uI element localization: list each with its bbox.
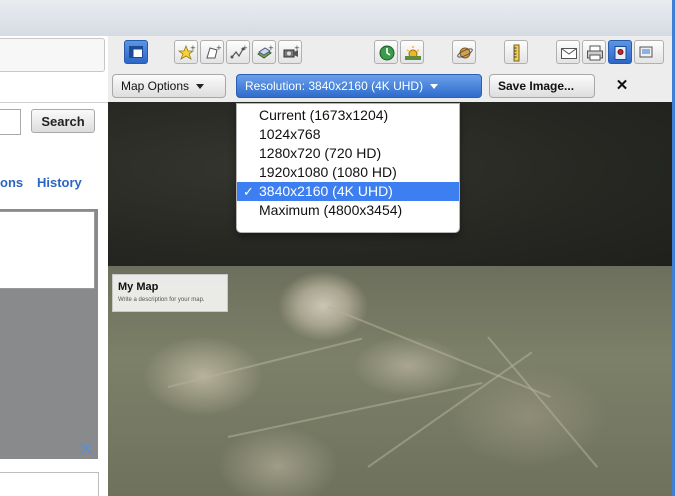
toolbar-icon-row: + + + + + [108, 36, 672, 70]
sidebar-top-panel [0, 38, 105, 72]
map-legend: My Map Write a description for your map. [112, 274, 228, 312]
resolution-option-1024x768[interactable]: 1024x768 [237, 125, 459, 144]
svg-text:+: + [268, 44, 274, 52]
print-icon[interactable] [582, 40, 606, 64]
checkmark-icon: ✓ [243, 184, 254, 199]
tab-places[interactable]: ons [0, 175, 23, 190]
close-icon[interactable]: ✕ [78, 440, 94, 458]
resolution-option-maximum[interactable]: Maximum (4800x3454) [237, 201, 459, 220]
map-options-row: Map Options Resolution: 3840x2160 (4K UH… [108, 72, 672, 102]
sidebar-list-area[interactable] [0, 211, 95, 289]
layout-panel-icon[interactable] [124, 40, 148, 64]
sidebar-bottom-field[interactable] [0, 472, 99, 496]
view-in-maps-icon[interactable] [608, 40, 632, 64]
toolbar: + + + + + Map Options Resolution: 3840x2… [108, 36, 672, 102]
add-overlay-icon[interactable]: + [252, 40, 276, 64]
sidebar-tabs: ons History [0, 175, 100, 193]
save-image-button[interactable]: Save Image... [489, 74, 595, 98]
more-icon[interactable] [634, 40, 664, 64]
svg-text:+: + [242, 44, 248, 52]
legend-description: Write a description for your map. [118, 297, 205, 303]
search-button[interactable]: Search [31, 109, 95, 133]
sidebar-content-panel [0, 209, 98, 459]
resolution-dropdown-button[interactable]: Resolution: 3840x2160 (4K UHD) [236, 74, 482, 98]
add-polygon-icon[interactable]: + [200, 40, 224, 64]
planets-icon[interactable] [452, 40, 476, 64]
add-placemark-icon[interactable]: + [174, 40, 198, 64]
sidebar-divider [0, 102, 108, 103]
chevron-down-icon [430, 84, 439, 90]
close-icon[interactable]: ✕ [614, 76, 630, 96]
search-input[interactable] [0, 109, 21, 135]
legend-title: My Map [118, 281, 159, 293]
resolution-label: Resolution: 3840x2160 (4K UHD) [245, 79, 424, 93]
tab-history[interactable]: History [37, 175, 82, 190]
chevron-down-icon [196, 84, 205, 90]
title-bar [0, 0, 675, 37]
left-sidebar: Search ons History ✕ [0, 36, 108, 496]
svg-text:+: + [216, 44, 222, 52]
svg-text:+: + [294, 44, 300, 52]
record-tour-icon[interactable]: + [278, 40, 302, 64]
resolution-option-720-hd[interactable]: 1280x720 (720 HD) [237, 144, 459, 163]
resolution-option-4k-uhd[interactable]: ✓ 3840x2160 (4K UHD) [237, 182, 459, 201]
app-window: Search ons History ✕ + + + + + Map Optio… [0, 0, 675, 496]
map-options-label: Map Options [121, 79, 190, 93]
resolution-option-label: 3840x2160 (4K UHD) [259, 183, 393, 199]
historical-imagery-icon[interactable] [374, 40, 398, 64]
ruler-icon[interactable] [504, 40, 528, 64]
sun-icon[interactable] [400, 40, 424, 64]
svg-text:+: + [190, 44, 196, 52]
email-icon[interactable] [556, 40, 580, 64]
resolution-option-current[interactable]: Current (1673x1204) [237, 106, 459, 125]
resolution-option-1080-hd[interactable]: 1920x1080 (1080 HD) [237, 163, 459, 182]
add-path-icon[interactable]: + [226, 40, 250, 64]
map-options-button[interactable]: Map Options [112, 74, 226, 98]
resolution-menu: Current (1673x1204) 1024x768 1280x720 (7… [236, 103, 460, 233]
